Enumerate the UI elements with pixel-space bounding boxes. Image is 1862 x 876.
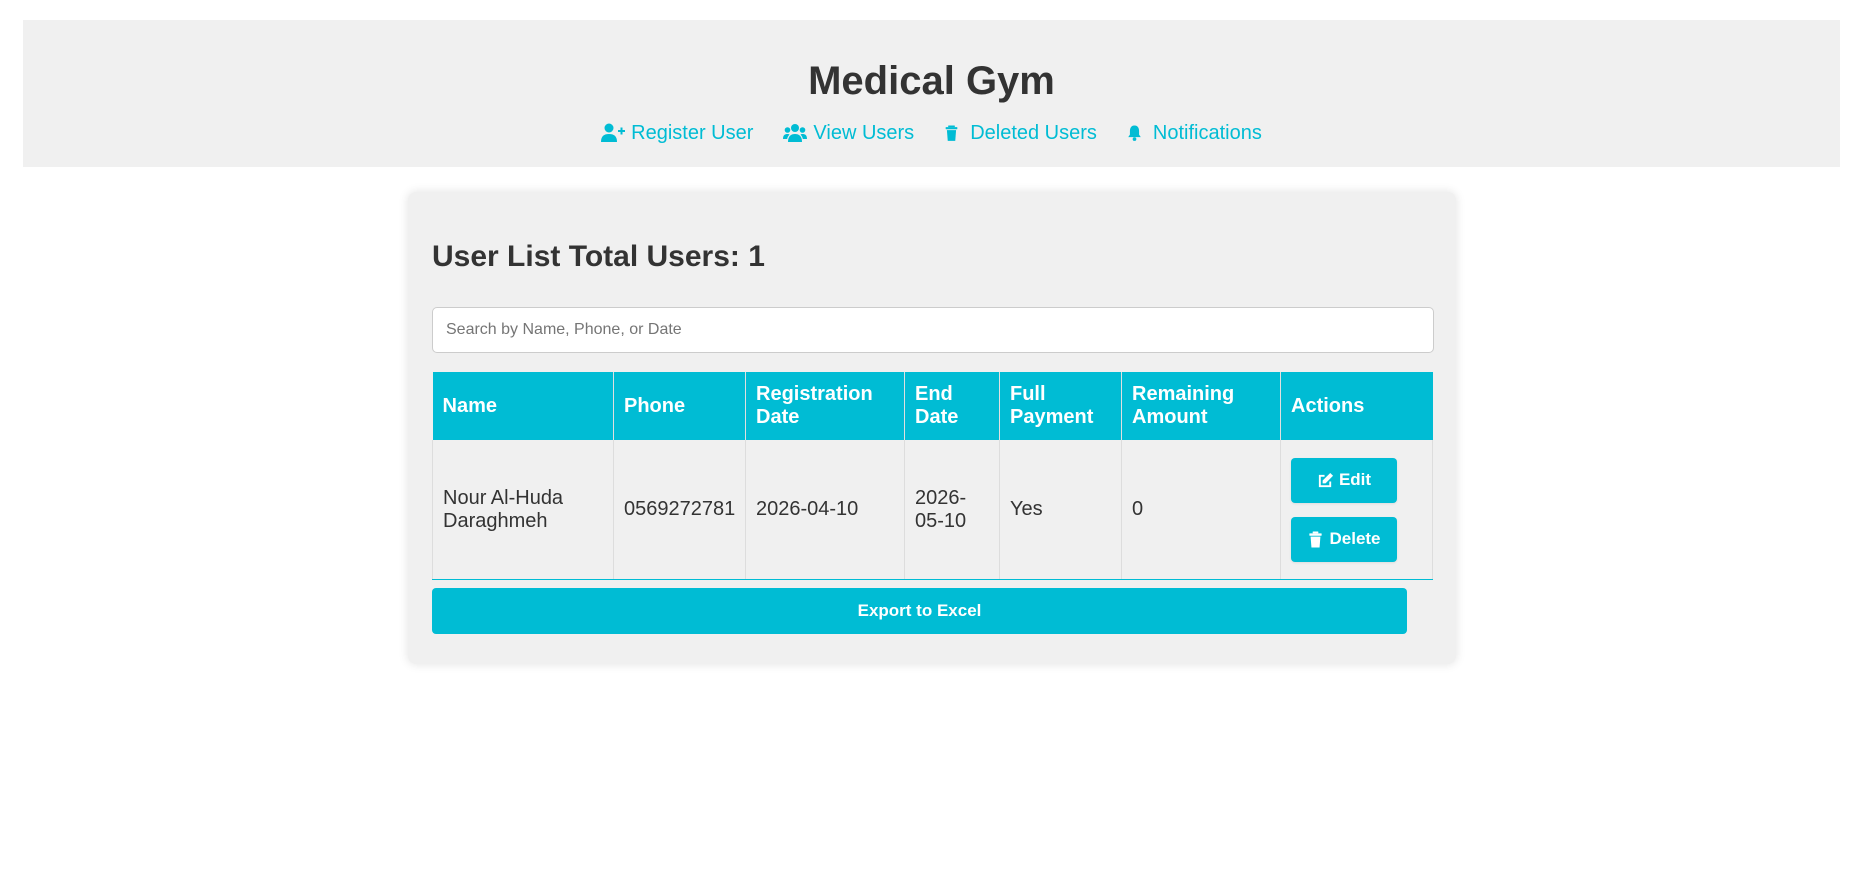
export-to-excel-button[interactable]: Export to Excel [432, 588, 1407, 634]
cell-end-date: 2026-05-10 [904, 440, 1000, 580]
column-header-remaining-amount: Remaining Amount [1121, 372, 1281, 440]
delete-button-label: Delete [1329, 529, 1381, 548]
user-plus-icon [601, 123, 626, 142]
user-list-title: User List Total Users: 1 [432, 240, 765, 273]
nav-register-user[interactable]: Register User [601, 118, 753, 148]
cell-remaining-amount: 0 [1121, 440, 1281, 580]
cell-name: Nour Al-Huda Daraghmeh [432, 440, 614, 580]
site-header: Medical Gym Register User View Users Del… [23, 20, 1840, 167]
column-header-actions: Actions [1280, 372, 1433, 440]
users-icon [783, 124, 808, 142]
row-actions: Edit Delete [1291, 457, 1422, 562]
main-nav: Register User View Users Deleted Users N… [23, 118, 1840, 148]
nav-view-users-label: View Users [813, 122, 915, 144]
column-header-phone: Phone [613, 372, 746, 440]
column-header-full-payment: Full Payment [999, 372, 1122, 440]
search-input[interactable] [432, 307, 1434, 353]
cell-full-payment: Yes [999, 440, 1122, 580]
cell-actions: Edit Delete [1280, 440, 1433, 580]
cell-phone: 0569272781 [613, 440, 746, 580]
nav-deleted-users[interactable]: Deleted Users [944, 118, 1097, 148]
column-header-end-date: End Date [904, 372, 1000, 440]
nav-view-users[interactable]: View Users [783, 118, 914, 148]
column-header-name: Name [432, 372, 614, 440]
trash-icon [1309, 530, 1323, 548]
nav-notifications-label: Notifications [1152, 122, 1262, 144]
edit-icon [1318, 472, 1333, 487]
table-header-row: Name Phone Registration Date End Date Fu… [432, 372, 1433, 440]
bell-icon [1128, 125, 1141, 141]
edit-button[interactable]: Edit [1291, 457, 1397, 503]
edit-button-label: Edit [1338, 470, 1372, 489]
user-list-card: User List Total Users: 1 Name Phone Regi… [408, 192, 1456, 664]
cell-registration-date: 2026-04-10 [745, 440, 905, 580]
users-table: Name Phone Registration Date End Date Fu… [432, 372, 1433, 580]
nav-register-user-label: Register User [631, 122, 754, 144]
site-title: Medical Gym [808, 59, 1055, 103]
column-header-registration-date: Registration Date [745, 372, 905, 440]
nav-deleted-users-label: Deleted Users [970, 122, 1097, 144]
delete-button[interactable]: Delete [1291, 516, 1397, 562]
nav-notifications[interactable]: Notifications [1127, 118, 1262, 148]
table-row: Nour Al-Huda Daraghmeh 0569272781 2026-0… [432, 440, 1433, 580]
trash-icon [945, 125, 958, 141]
